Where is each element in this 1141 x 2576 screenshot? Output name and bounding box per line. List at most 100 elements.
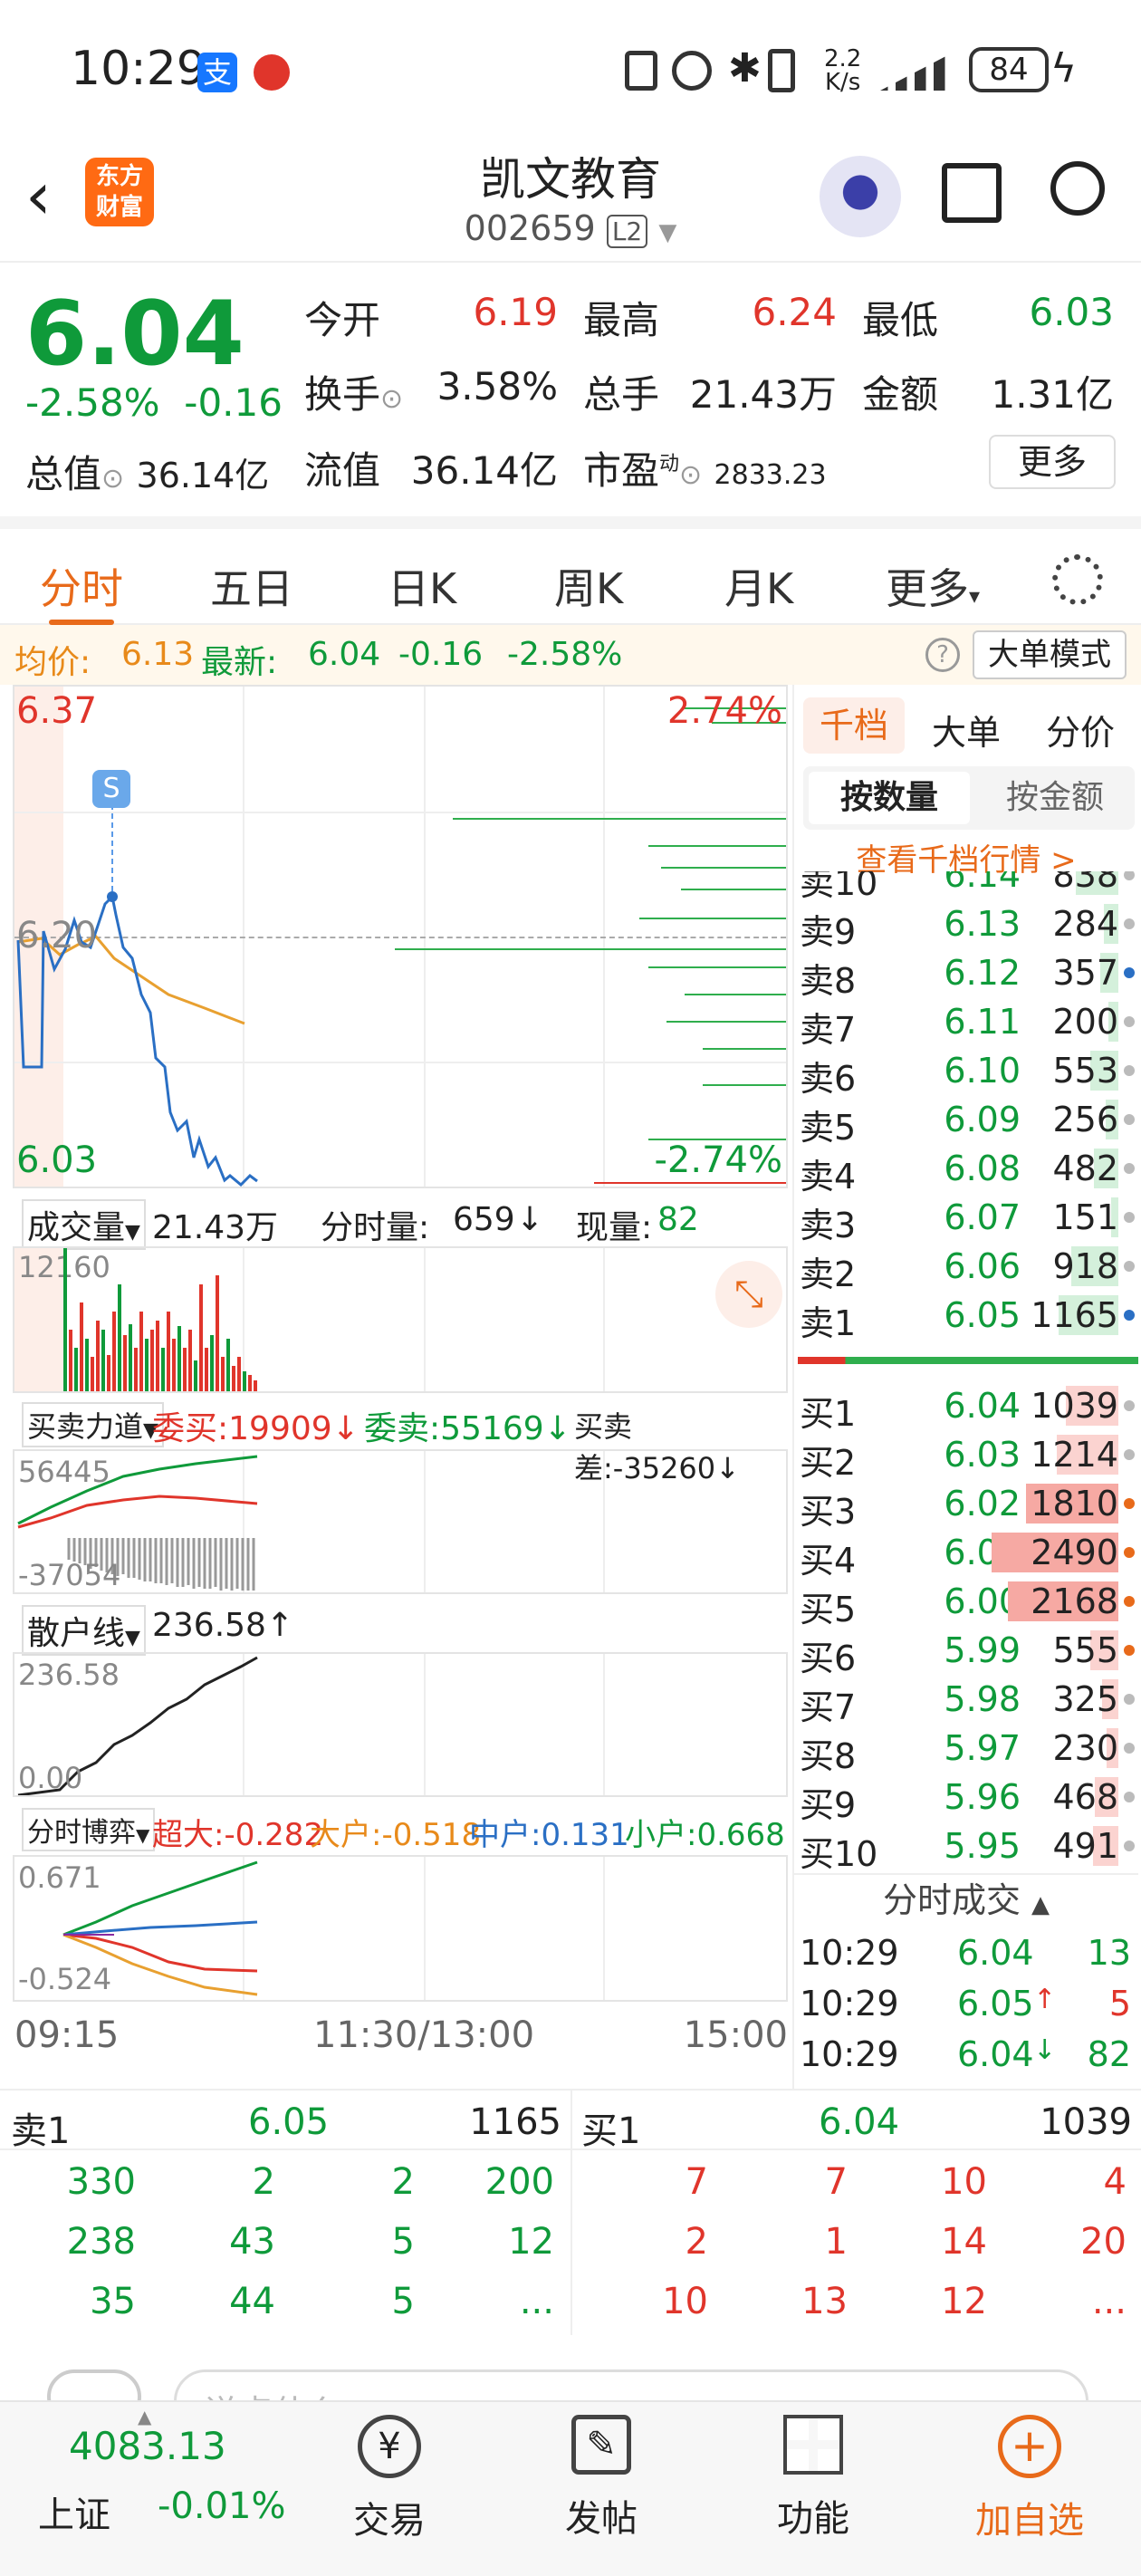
float-label: 流值 — [304, 448, 381, 493]
queue-cell: 35 — [90, 2281, 136, 2322]
pct-axis-max: 2.74% — [666, 690, 782, 732]
buy-level-row[interactable]: 买3 6.02 1810 — [794, 1478, 1138, 1532]
volume-indicator-select[interactable]: 成交量▼ — [22, 1199, 146, 1250]
queue-cell: 12 — [508, 2221, 554, 2263]
index-value: 4083.13 — [69, 2424, 226, 2468]
game-chart[interactable]: 0.671 -0.524 — [13, 1855, 788, 2002]
index-ticker[interactable]: ▲ 4083.13 上证 -0.01% — [0, 2402, 299, 2576]
game-super-value: -0.282 — [224, 1817, 324, 1853]
volume-fen-label: 分时量: — [321, 1209, 430, 1246]
trade-time: 10:29 — [800, 1984, 899, 2023]
share-icon[interactable] — [942, 163, 1002, 223]
tab-price-dist[interactable]: 分价 — [1046, 705, 1115, 755]
sell-level-row[interactable]: 卖2 6.06 918 — [794, 1241, 1138, 1294]
force-sell-label: 委卖: — [364, 1410, 441, 1447]
game-indicator-select[interactable]: 分时博弈▼ — [22, 1808, 156, 1851]
big-order-mode-button[interactable]: 大单模式 — [973, 630, 1127, 679]
back-icon[interactable]: ‹ — [25, 163, 52, 228]
queue-cell: 7 — [685, 2161, 708, 2203]
force-buy-label: 委买: — [152, 1410, 229, 1447]
force-indicator-select[interactable]: 买卖力道▼ — [22, 1402, 164, 1447]
trade-row: 10:29 6.04 ↓ 82 — [794, 2031, 1138, 2080]
tab-big-order[interactable]: 大单 — [932, 705, 1001, 755]
buy-level-row[interactable]: 买2 6.03 1214 — [794, 1429, 1138, 1483]
level-volume: 1165 — [1031, 1295, 1118, 1335]
bottom-nav: ▲ 4083.13 上证 -0.01% ¥ 交易 ✎ 发帖 功能 + 加自选 — [0, 2400, 1141, 2576]
sell-level-row[interactable]: 卖8 6.12 357 — [794, 947, 1138, 1001]
force-chart[interactable]: 56445 -37054 — [13, 1449, 788, 1594]
level2-badge[interactable]: L2 — [606, 215, 648, 248]
latest-change: -0.16 — [398, 636, 484, 673]
level-volume: 491 — [1052, 1826, 1118, 1866]
sell-level-row[interactable]: 卖4 6.08 482 — [794, 1143, 1138, 1197]
tab-depth-1000[interactable]: 千档 — [803, 697, 905, 754]
nav-post[interactable]: ✎ 发帖 — [547, 2415, 656, 2569]
chevron-down-icon[interactable]: ▼ — [658, 219, 676, 246]
price-chart[interactable]: S 6.37 6.20 6.03 2.74% -2.74% — [13, 685, 788, 1188]
sell-level-row[interactable]: 卖3 6.07 151 — [794, 1192, 1138, 1245]
buy-level-row[interactable]: 买7 5.98 325 — [794, 1674, 1138, 1727]
level-dot — [1124, 1310, 1135, 1321]
tab-daily-k[interactable]: 日K — [388, 556, 456, 616]
help-icon[interactable]: ? — [925, 638, 960, 672]
tab-five-day[interactable]: 五日 — [210, 556, 293, 616]
settings-gear-icon[interactable] — [1052, 554, 1103, 605]
nfc-icon — [625, 51, 657, 91]
level-volume: 200 — [1052, 1002, 1118, 1042]
buy-level-row[interactable]: 买6 5.99 555 — [794, 1625, 1138, 1678]
info-icon[interactable]: ⊙ — [101, 463, 124, 495]
sell-level-row[interactable]: 卖10 6.14 838 — [794, 871, 1138, 903]
buy-level-row[interactable]: 买9 5.96 468 — [794, 1772, 1138, 1825]
ai-robot-icon[interactable] — [820, 156, 901, 237]
volume-chart[interactable]: 12160 — [13, 1246, 788, 1393]
tab-more[interactable]: 更多▾ — [886, 556, 980, 616]
sell-level-row[interactable]: 卖5 6.09 256 — [794, 1094, 1138, 1148]
change-pct: -2.58% — [25, 380, 160, 425]
buy-level-row[interactable]: 买1 6.04 1039 — [794, 1380, 1138, 1434]
level-dot — [1124, 918, 1135, 929]
tab-intraday[interactable]: 分时 — [40, 556, 123, 616]
mktcap-value: 36.14亿 — [136, 456, 270, 495]
nav-trade[interactable]: ¥ 交易 — [335, 2415, 444, 2569]
force-sell-value: 55169 — [440, 1410, 544, 1447]
level-dot — [1124, 1114, 1135, 1125]
game-big-label: 大户: — [310, 1817, 382, 1853]
change-amount: -0.16 — [184, 380, 283, 425]
info-icon[interactable]: ⊙ — [679, 459, 702, 491]
queue-cell: 4 — [1103, 2161, 1127, 2203]
edit-icon: ✎ — [571, 2415, 631, 2475]
tab-monthly-k[interactable]: 月K — [724, 556, 793, 616]
sell-level-row[interactable]: 卖1 6.05 1165 — [794, 1290, 1138, 1343]
retail-indicator-select[interactable]: 散户线▼ — [22, 1605, 146, 1656]
sort-by-quantity[interactable]: 按数量 — [809, 772, 970, 824]
level-label: 买9 — [800, 1785, 857, 1825]
sell-level-row[interactable]: 卖9 6.13 284 — [794, 899, 1138, 952]
sell-level-row[interactable]: 卖7 6.11 200 — [794, 996, 1138, 1050]
level-price: 5.97 — [944, 1728, 1021, 1768]
expand-icon[interactable]: ⤡ — [715, 1261, 782, 1328]
buy-level-row[interactable]: 买8 5.97 230 — [794, 1723, 1138, 1776]
buy-level-row[interactable]: 买10 5.95 491 — [794, 1821, 1138, 1874]
info-icon[interactable]: ⊙ — [380, 383, 403, 415]
volume-fen-value: 659 — [453, 1201, 515, 1238]
period-tabs: 分时 五日 日K 周K 月K 更多▾ — [0, 516, 1141, 625]
sell-level-row[interactable]: 卖6 6.10 553 — [794, 1045, 1138, 1099]
y-axis-max: 6.37 — [16, 690, 98, 732]
level-volume: 2490 — [1031, 1533, 1118, 1572]
search-icon[interactable] — [1050, 161, 1105, 216]
buy-level-row[interactable]: 买4 6.01 2490 — [794, 1527, 1138, 1581]
comment-icon[interactable] — [47, 2369, 141, 2400]
game-small-value: 0.668 — [696, 1817, 785, 1853]
game-axis-min: -0.524 — [18, 1962, 112, 1996]
more-button[interactable]: 更多 — [989, 435, 1116, 489]
sort-by-amount[interactable]: 按金额 — [981, 772, 1129, 824]
nav-add-watchlist[interactable]: + 加自选 — [962, 2415, 1098, 2569]
sort-toggle: 按数量 按金额 — [803, 766, 1135, 830]
retail-chart[interactable]: 236.58 0.00 — [13, 1652, 788, 1797]
comment-input[interactable]: 说点什么... — [174, 2369, 1088, 2400]
level-label: 卖9 — [800, 912, 857, 952]
buy-level-row[interactable]: 买5 6.00 2168 — [794, 1576, 1138, 1629]
nav-functions[interactable]: 功能 — [759, 2415, 868, 2569]
tab-weekly-k[interactable]: 周K — [554, 556, 623, 616]
trades-header[interactable]: 分时成交 ▲ — [794, 1873, 1138, 1927]
